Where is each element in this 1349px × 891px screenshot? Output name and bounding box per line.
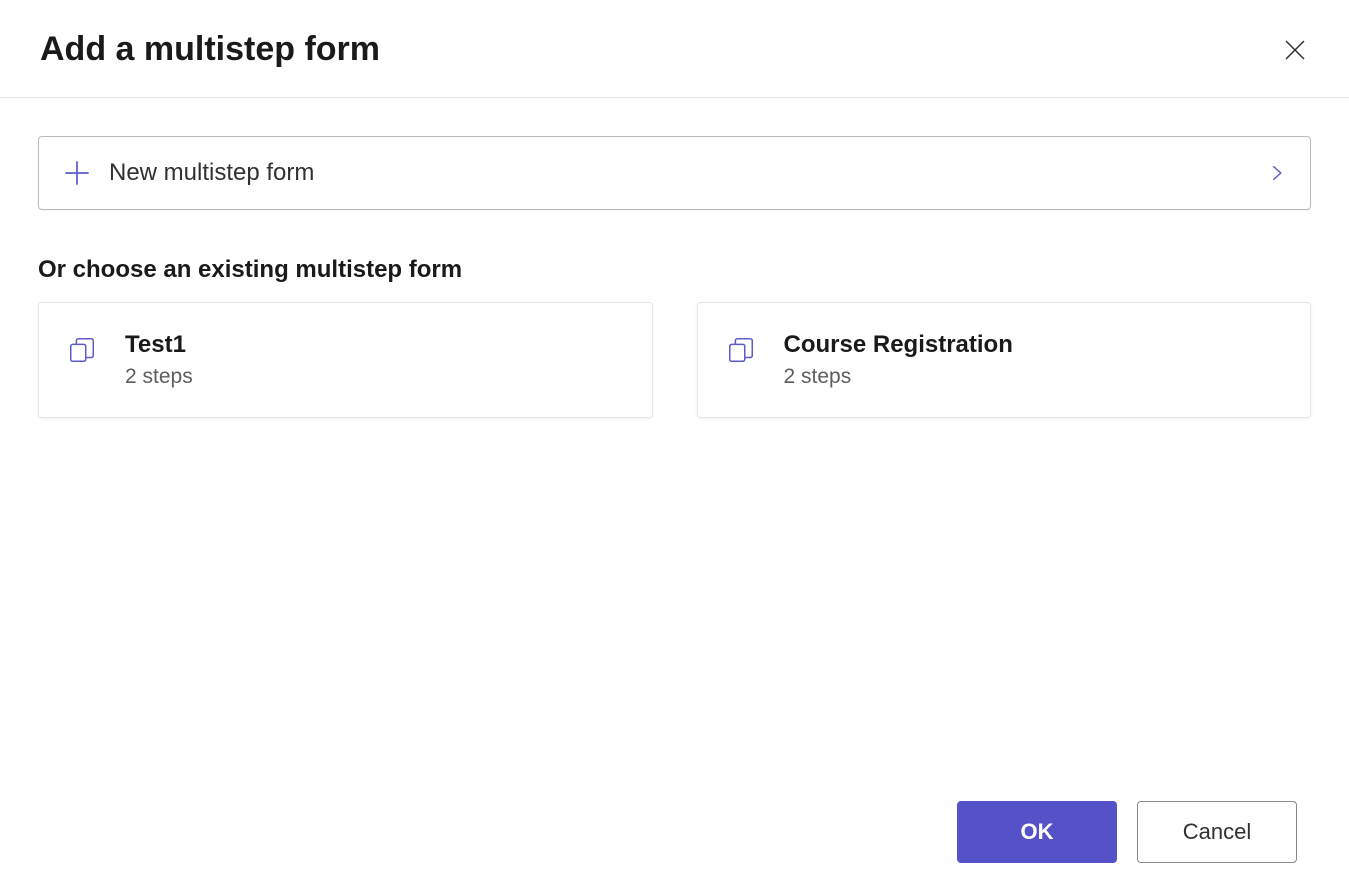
new-form-left: New multistep form	[63, 159, 314, 187]
dialog-content: New multistep form Or choose an existing…	[0, 98, 1349, 777]
dialog-header: Add a multistep form	[0, 0, 1349, 98]
form-card-text: Course Registration 2 steps	[784, 331, 1013, 389]
close-icon	[1283, 38, 1307, 62]
chevron-right-icon	[1268, 164, 1286, 182]
close-button[interactable]	[1281, 36, 1309, 64]
existing-forms-grid: Test1 2 steps Course Registration 2 step…	[38, 302, 1311, 418]
new-multistep-form-button[interactable]: New multistep form	[38, 136, 1311, 210]
form-card-title: Test1	[125, 331, 193, 359]
form-card-title: Course Registration	[784, 331, 1013, 359]
new-form-label: New multistep form	[109, 159, 314, 187]
ok-button[interactable]: OK	[957, 801, 1117, 863]
dialog-footer: OK Cancel	[0, 777, 1349, 891]
form-card-subtitle: 2 steps	[784, 365, 1013, 389]
cancel-button[interactable]: Cancel	[1137, 801, 1297, 863]
form-card-test1[interactable]: Test1 2 steps	[38, 302, 653, 418]
plus-icon	[63, 159, 91, 187]
form-card-text: Test1 2 steps	[125, 331, 193, 389]
form-card-course-registration[interactable]: Course Registration 2 steps	[697, 302, 1312, 418]
existing-forms-section-label: Or choose an existing multistep form	[38, 256, 1311, 284]
multistep-form-icon	[726, 335, 756, 365]
dialog-title: Add a multistep form	[40, 30, 380, 69]
multistep-form-icon	[67, 335, 97, 365]
form-card-subtitle: 2 steps	[125, 365, 193, 389]
